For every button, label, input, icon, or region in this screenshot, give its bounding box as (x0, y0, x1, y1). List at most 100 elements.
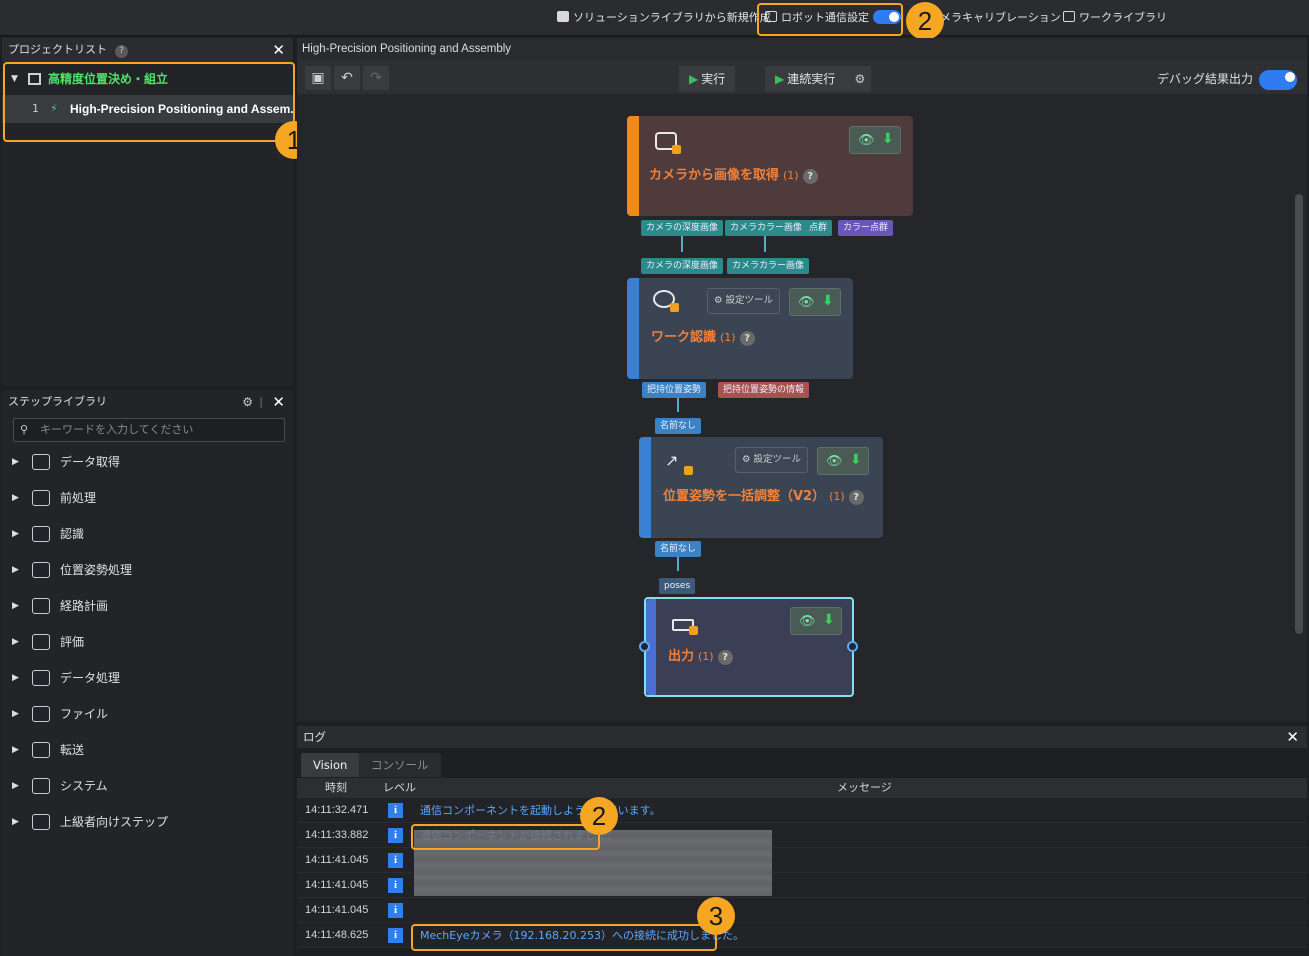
app-window: ソリューションライブラリから新規作成 ロボット通信設定 メラキャリブレーション … (0, 0, 1309, 956)
data-process-icon (32, 670, 50, 686)
library-category-data-capture[interactable]: ▶ データ取得 (2, 444, 293, 480)
download-icon[interactable]: ⬇ (823, 612, 835, 628)
settings-tool-button[interactable]: ⚙ 設定ツール (735, 447, 809, 473)
recognition-3d-icon (653, 290, 679, 312)
canvas-scrollbar[interactable] (1295, 194, 1303, 634)
port-adjust-in[interactable]: 名前なし (655, 418, 702, 434)
log-row[interactable]: 14:11:32.471 i 通信コンポーネントを起動しようとしています。 (297, 798, 1307, 823)
library-category-path[interactable]: ▶ 経路計画 (2, 588, 293, 624)
close-icon[interactable]: ✕ (1286, 726, 1299, 748)
callout-badge-2-top: 2 (906, 2, 944, 40)
caret-right-icon: ▶ (12, 781, 19, 791)
port-poses-in[interactable]: poses (659, 578, 696, 594)
close-icon[interactable]: ✕ (272, 390, 285, 414)
step-search-input[interactable]: ⚲ キーワードを入力してください (13, 418, 285, 442)
help-icon[interactable]: ? (115, 45, 128, 58)
add-file-icon (557, 11, 569, 22)
port-pointcloud-out[interactable]: 点群 (804, 220, 833, 236)
close-icon[interactable]: ✕ (272, 38, 285, 62)
connector (764, 236, 766, 252)
port-grasp-pose-info-out[interactable]: 把持位置姿勢の情報 (718, 382, 810, 398)
highlight-log-connected (411, 824, 600, 850)
search-icon: ⚲ (20, 423, 29, 436)
eye-icon[interactable]: 👁 (799, 614, 816, 629)
highlight-log-camera (411, 924, 717, 951)
library-category-system[interactable]: ▶ システム (2, 768, 293, 804)
redo-icon[interactable]: ↷ (363, 66, 389, 90)
library-category-advanced[interactable]: ▶ 上級者向けステップ (2, 804, 293, 840)
port-grasp-pose-out[interactable]: 把持位置姿勢 (642, 382, 707, 398)
port-adjust-out[interactable]: 名前なし (655, 541, 702, 557)
undo-icon[interactable]: ↶ (334, 66, 360, 90)
help-icon[interactable]: ? (848, 490, 864, 505)
pose-icon (32, 562, 50, 578)
node-title: 出力 (1)? (668, 645, 733, 665)
node-title: カメラから画像を取得 (1)? (649, 164, 818, 184)
camera-calibration-button[interactable]: メラキャリブレーション (940, 8, 1061, 28)
play-icon: ▶ (689, 72, 699, 86)
port-color-out[interactable]: カメラカラー画像 (725, 220, 808, 236)
node-title: ワーク認識 (1)? (651, 326, 755, 346)
tab-vision[interactable]: Vision (301, 753, 360, 777)
debug-output-toggle[interactable] (1259, 70, 1297, 90)
caret-right-icon: ▶ (12, 457, 19, 467)
download-icon[interactable]: ⬇ (822, 293, 834, 309)
library-category-transfer[interactable]: ▶ 転送 (2, 732, 293, 768)
port-color-in[interactable]: カメラカラー画像 (727, 258, 810, 274)
info-icon: i (388, 803, 403, 818)
node-adjust-poses[interactable]: ↗ ⚙ 設定ツール 👁 ⬇ 位置姿勢を一括調整（V2） (1)? (639, 437, 883, 538)
download-icon[interactable]: ⬇ (850, 452, 862, 468)
node-work-recognition[interactable]: ⚙ 設定ツール 👁 ⬇ ワーク認識 (1)? (627, 278, 853, 379)
editor-toolbar: ▣ ↶ ↷ ▶ 実行 ▶ 連続実行 ⚙ デバッグ結果出力 (297, 60, 1307, 94)
input-anchor[interactable] (639, 641, 650, 652)
library-category-file[interactable]: ▶ ファイル (2, 696, 293, 732)
library-category-pose[interactable]: ▶ 位置姿勢処理 (2, 552, 293, 588)
work-library-button[interactable]: ワークライブラリ (1063, 8, 1167, 28)
new-from-library-button[interactable]: ソリューションライブラリから新規作成 (557, 8, 771, 28)
run-settings-icon[interactable]: ⚙ (854, 66, 865, 92)
workflow-canvas[interactable]: 👁 ⬇ カメラから画像を取得 (1)? カメラの深度画像 カメラカラー画像 点群 カ… (297, 94, 1307, 722)
node-title: 位置姿勢を一括調整（V2） (1)? (663, 485, 864, 505)
caret-right-icon: ▶ (12, 529, 19, 539)
settings-tool-button[interactable]: ⚙ 設定ツール (707, 288, 781, 314)
node-visibility-group[interactable]: 👁 ⬇ (789, 288, 841, 316)
continuous-run-button[interactable]: ▶ 連続実行 ⚙ (765, 66, 872, 92)
gear-icon: ⚙ (742, 454, 754, 465)
port-depth-out[interactable]: カメラの深度画像 (641, 220, 724, 236)
transfer-icon (32, 742, 50, 758)
log-row[interactable]: 14:11:41.045 i (297, 898, 1307, 923)
eye-icon[interactable]: 👁 (826, 454, 843, 469)
save-icon[interactable]: ▣ (305, 66, 331, 90)
path-icon (32, 598, 50, 614)
camera-icon (655, 132, 681, 154)
play-icon: ▶ (775, 72, 785, 86)
settings-icon[interactable]: ⚙ (242, 390, 253, 414)
port-depth-in[interactable]: カメラの深度画像 (641, 258, 724, 274)
recognition-icon (32, 526, 50, 542)
add-output-anchor[interactable] (847, 641, 858, 652)
help-icon[interactable]: ? (802, 169, 818, 184)
port-color-pointcloud-out[interactable]: カラー点群 (838, 220, 894, 236)
node-visibility-group[interactable]: 👁 ⬇ (790, 607, 842, 635)
callout-badge-3: 3 (697, 897, 735, 935)
eye-icon[interactable]: 👁 (858, 133, 875, 148)
run-button[interactable]: ▶ 実行 (679, 66, 736, 92)
caret-right-icon: ▶ (12, 709, 19, 719)
library-category-evaluate[interactable]: ▶ 評価 (2, 624, 293, 660)
output-icon (672, 619, 698, 635)
step-library-panel: ステップライブラリ ⚙ | ✕ ⚲ キーワードを入力してください ▶ データ取得 … (2, 390, 293, 956)
eye-icon[interactable]: 👁 (798, 295, 815, 310)
help-icon[interactable]: ? (739, 331, 755, 346)
library-category-preprocess[interactable]: ▶ 前処理 (2, 480, 293, 516)
node-visibility-group[interactable]: 👁 ⬇ (817, 447, 869, 475)
node-output[interactable]: 👁 ⬇ 出力 (1)? (644, 597, 854, 697)
node-capture-images[interactable]: 👁 ⬇ カメラから画像を取得 (1)? (627, 116, 913, 216)
download-icon[interactable]: ⬇ (882, 131, 894, 147)
library-category-recognition[interactable]: ▶ 認識 (2, 516, 293, 552)
connector (681, 236, 683, 252)
library-category-data-process[interactable]: ▶ データ処理 (2, 660, 293, 696)
info-icon: i (388, 853, 403, 868)
tab-console[interactable]: コンソール (359, 753, 441, 777)
help-icon[interactable]: ? (717, 650, 733, 665)
node-visibility-group[interactable]: 👁 ⬇ (849, 126, 901, 154)
